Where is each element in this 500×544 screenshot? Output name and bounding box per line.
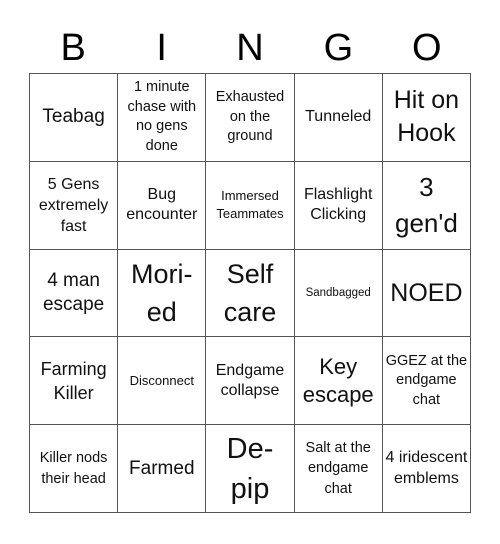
cell-label: Key escape — [302, 353, 374, 407]
cell-label: Bug encounter — [126, 186, 198, 224]
cell-label: Mori-ed — [131, 258, 193, 327]
bingo-cell[interactable]: Mori-ed — [118, 249, 207, 338]
cell-label: Farmed — [129, 457, 195, 479]
cell-label: Disconnect — [129, 372, 194, 388]
bingo-cell[interactable]: Key escape — [294, 337, 383, 426]
bingo-cell[interactable]: Tunneled — [294, 74, 383, 162]
bingo-cell[interactable]: 5 Gens extremely fast — [30, 161, 119, 250]
cell-label: Salt at the endgame chat — [305, 439, 371, 497]
cell-label: Sandbagged — [305, 286, 371, 299]
bingo-cell[interactable]: Bug encounter — [118, 161, 207, 250]
bingo-cell[interactable]: Teabag — [30, 74, 119, 162]
cell-label: GGEZ at the endgame chat — [385, 352, 468, 408]
bingo-cell[interactable]: De-pip — [206, 425, 295, 513]
cell-label: Killer nods their head — [39, 450, 108, 487]
bingo-cell[interactable]: 4 iridescent emblems — [382, 425, 471, 513]
bingo-header: B I N G O — [29, 22, 471, 72]
bingo-cell[interactable]: GGEZ at the endgame chat — [382, 337, 471, 426]
bingo-cell[interactable]: NOED — [382, 249, 471, 338]
bingo-cell[interactable]: Farmed — [118, 425, 207, 513]
cell-label: Immersed Teammates — [216, 188, 284, 222]
cell-label: Exhausted on the ground — [215, 89, 285, 145]
cell-label: Farming Killer — [40, 358, 107, 403]
cell-label: 4 man escape — [42, 269, 105, 315]
cell-label: Hit on Hook — [393, 86, 460, 148]
cell-label: Teabag — [42, 106, 105, 128]
bingo-cell[interactable]: Hit on Hook — [382, 74, 471, 162]
cell-label: 3 gen'd — [394, 172, 458, 239]
bingo-cell[interactable]: Salt at the endgame chat — [294, 425, 383, 513]
bingo-cell[interactable]: Self care — [206, 249, 295, 338]
cell-label: 5 Gens extremely fast — [38, 175, 109, 235]
bingo-cell[interactable]: Endgame collapse — [206, 337, 295, 426]
bingo-cell[interactable]: Flashlight Clicking — [294, 161, 383, 250]
bingo-cell[interactable]: Exhausted on the ground — [206, 74, 295, 162]
header-letter-b: B — [60, 27, 86, 69]
bingo-board: Teabag 1 minute chase with no gens done … — [29, 73, 471, 513]
bingo-cell[interactable]: Immersed Teammates — [206, 161, 295, 250]
cell-label: 1 minute chase with no gens done — [127, 79, 197, 154]
bingo-cell[interactable]: Disconnect — [118, 337, 207, 426]
cell-label: Self care — [223, 258, 277, 327]
bingo-cell[interactable]: 4 man escape — [30, 249, 119, 338]
header-letter-i: I — [156, 27, 167, 69]
cell-label: NOED — [390, 278, 463, 307]
bingo-cell[interactable]: Sandbagged — [294, 249, 383, 338]
bingo-cell[interactable]: 1 minute chase with no gens done — [118, 74, 207, 162]
header-letter-n: N — [236, 27, 264, 69]
cell-label: Tunneled — [305, 108, 372, 126]
cell-label: 4 iridescent emblems — [385, 449, 468, 487]
bingo-cell[interactable]: Farming Killer — [30, 337, 119, 426]
header-letter-g: G — [323, 27, 354, 69]
cell-label: De-pip — [226, 432, 274, 505]
cell-label: Flashlight Clicking — [303, 186, 373, 224]
header-letter-o: O — [412, 27, 442, 69]
bingo-cell[interactable]: Killer nods their head — [30, 425, 119, 513]
cell-label: Endgame collapse — [215, 361, 285, 399]
bingo-cell[interactable]: 3 gen'd — [382, 161, 471, 250]
